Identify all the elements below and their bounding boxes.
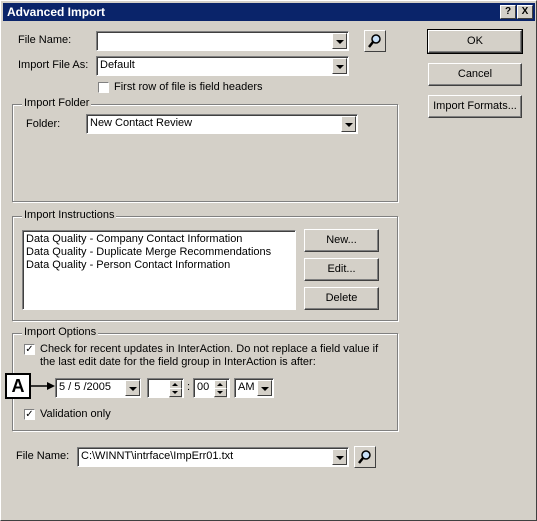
new-instruction-button[interactable]: New...: [304, 229, 379, 252]
spin-down-icon[interactable]: [169, 388, 182, 397]
import-formats-button[interactable]: Import Formats...: [428, 95, 522, 118]
list-item[interactable]: Data Quality - Company Contact Informati…: [26, 233, 242, 245]
help-button[interactable]: ?: [500, 5, 516, 19]
validation-only-checkbox[interactable]: ✓: [24, 409, 35, 420]
file-name-label: File Name:: [18, 34, 72, 46]
ampm-dropdown-arrow-icon[interactable]: [257, 380, 272, 396]
first-row-checkbox[interactable]: [98, 82, 109, 93]
folder-select[interactable]: New Contact Review: [86, 114, 358, 134]
file-name-dropdown-arrow-icon[interactable]: [332, 33, 347, 49]
title-bar: Advanced Import ? X: [3, 3, 535, 21]
folder-label: Folder:: [26, 118, 61, 130]
instructions-list[interactable]: Data Quality - Company Contact Informati…: [22, 230, 296, 310]
magnifier-icon: [358, 450, 371, 464]
check-updates-checkbox[interactable]: ✓: [24, 344, 35, 355]
first-row-label: First row of file is field headers: [114, 81, 263, 93]
minute-spin-buttons[interactable]: [214, 380, 227, 398]
ok-button[interactable]: OK: [427, 29, 523, 54]
window-title: Advanced Import: [7, 5, 106, 19]
file-browse-button[interactable]: [364, 30, 386, 52]
close-button[interactable]: X: [517, 5, 533, 19]
error-file-name-label: File Name:: [16, 450, 70, 462]
import-options-group-label: Import Options: [22, 326, 99, 338]
callout-a-label: A: [5, 373, 31, 399]
delete-instruction-button[interactable]: Delete: [304, 287, 379, 310]
import-file-as-dropdown-arrow-icon[interactable]: [332, 58, 347, 74]
date-dropdown-arrow-icon[interactable]: [125, 380, 140, 396]
check-updates-label-line1: Check for recent updates in InterAction.…: [40, 343, 379, 355]
error-file-browse-button[interactable]: [354, 446, 376, 468]
edit-instruction-button[interactable]: Edit...: [304, 258, 379, 281]
magnifier-icon: [368, 34, 381, 48]
import-folder-group-label: Import Folder: [22, 97, 92, 109]
callout-arrow-icon: [31, 382, 55, 390]
error-file-dropdown-arrow-icon[interactable]: [332, 449, 347, 465]
hour-spin-buttons[interactable]: [169, 380, 182, 398]
list-item[interactable]: Data Quality - Person Contact Informatio…: [26, 259, 230, 271]
error-file-name-combobox[interactable]: C:\WINNT\intrface\ImpErr01.txt: [77, 447, 349, 467]
spin-down-icon[interactable]: [214, 388, 227, 397]
list-item[interactable]: Data Quality - Duplicate Merge Recommend…: [26, 246, 271, 258]
validation-only-label: Validation only: [40, 408, 111, 420]
file-name-combobox[interactable]: [96, 31, 349, 51]
time-colon: :: [187, 381, 191, 393]
check-updates-label-line2: the last edit date for the field group i…: [40, 356, 316, 368]
import-file-as-select[interactable]: Default: [96, 56, 349, 76]
cancel-button[interactable]: Cancel: [428, 63, 522, 86]
import-file-as-label: Import File As:: [18, 59, 89, 71]
folder-dropdown-arrow-icon[interactable]: [341, 116, 356, 132]
import-instructions-group-label: Import Instructions: [22, 209, 117, 221]
